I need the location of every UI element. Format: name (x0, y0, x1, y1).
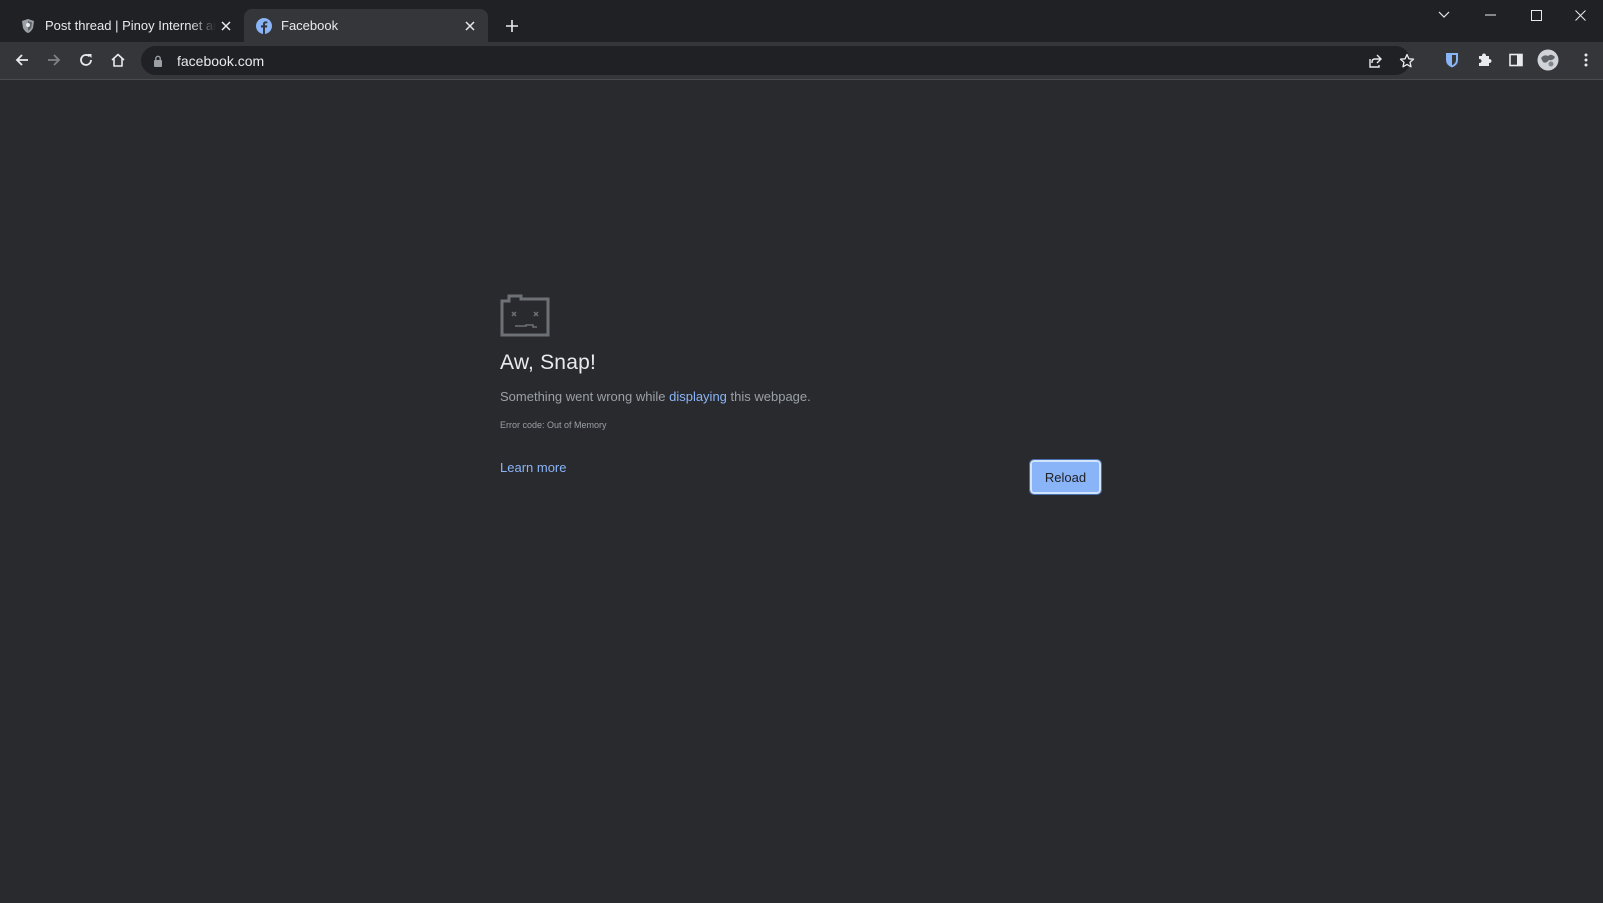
extensions-button[interactable] (1469, 45, 1499, 75)
error-message-highlight: displaying (669, 389, 727, 404)
toolbar: facebook.com (0, 42, 1603, 79)
puzzle-icon (1479, 53, 1492, 66)
page-content: Aw, Snap! Something went wrong while dis… (0, 80, 1603, 903)
close-icon[interactable] (216, 16, 236, 36)
side-panel-icon (1509, 53, 1523, 67)
forward-button[interactable] (39, 45, 69, 75)
star-icon (1399, 53, 1415, 67)
more-vert-icon (1584, 53, 1588, 67)
share-icon (1369, 54, 1382, 68)
new-tab-button[interactable] (499, 13, 525, 39)
refresh-icon (80, 54, 92, 66)
profile-button[interactable] (1533, 45, 1563, 75)
tab-title: Post thread | Pinoy Internet and Technol… (45, 18, 216, 33)
learn-more-link[interactable]: Learn more (500, 460, 566, 475)
arrow-right-icon (48, 54, 61, 66)
arrow-left-icon (15, 54, 28, 66)
menu-button[interactable] (1571, 45, 1601, 75)
close-icon (1574, 9, 1586, 21)
tab-pinoy-forums[interactable]: Post thread | Pinoy Internet and Technol… (8, 9, 244, 42)
reload-button[interactable] (71, 45, 101, 75)
shield-icon (20, 18, 36, 34)
error-heading: Aw, Snap! (500, 351, 596, 374)
reload-page-button[interactable]: Reload (1029, 459, 1102, 495)
minimize-icon (1484, 14, 1496, 16)
url-text: facebook.com (177, 52, 265, 69)
bitwarden-shield-icon (1446, 53, 1458, 68)
bookmark-button[interactable] (1393, 46, 1421, 75)
address-bar[interactable]: facebook.com (141, 46, 1415, 75)
close-icon[interactable] (460, 16, 480, 36)
side-panel-button[interactable] (1501, 45, 1531, 75)
lock-icon[interactable] (150, 53, 166, 69)
error-message-text-end: this webpage. (726, 389, 811, 404)
home-button[interactable] (103, 45, 133, 75)
browser-window: Post thread | Pinoy Internet and Technol… (0, 0, 1603, 903)
back-button[interactable] (7, 45, 37, 75)
tab-title: Facebook (281, 18, 339, 33)
facebook-icon (256, 17, 272, 34)
tab-search-button[interactable] (1421, 0, 1467, 30)
sad-tab-icon (500, 294, 550, 337)
maximize-button[interactable] (1513, 0, 1559, 30)
share-button[interactable] (1361, 46, 1389, 75)
error-message: Something went wrong while displaying th… (500, 389, 811, 404)
avatar (1537, 49, 1559, 71)
chevron-down-icon (1438, 11, 1450, 18)
home-icon (111, 53, 125, 67)
plus-icon (506, 20, 518, 32)
bitwarden-extension-button[interactable] (1437, 45, 1467, 75)
minimize-button[interactable] (1467, 0, 1513, 30)
error-message-text: Something went wrong while (500, 389, 670, 404)
tab-strip: Post thread | Pinoy Internet and Technol… (0, 0, 1603, 42)
window-close-button[interactable] (1557, 0, 1603, 30)
error-code: Error code: Out of Memory (500, 420, 607, 430)
tab-facebook[interactable]: Facebook (244, 9, 488, 42)
maximize-icon (1530, 9, 1542, 21)
